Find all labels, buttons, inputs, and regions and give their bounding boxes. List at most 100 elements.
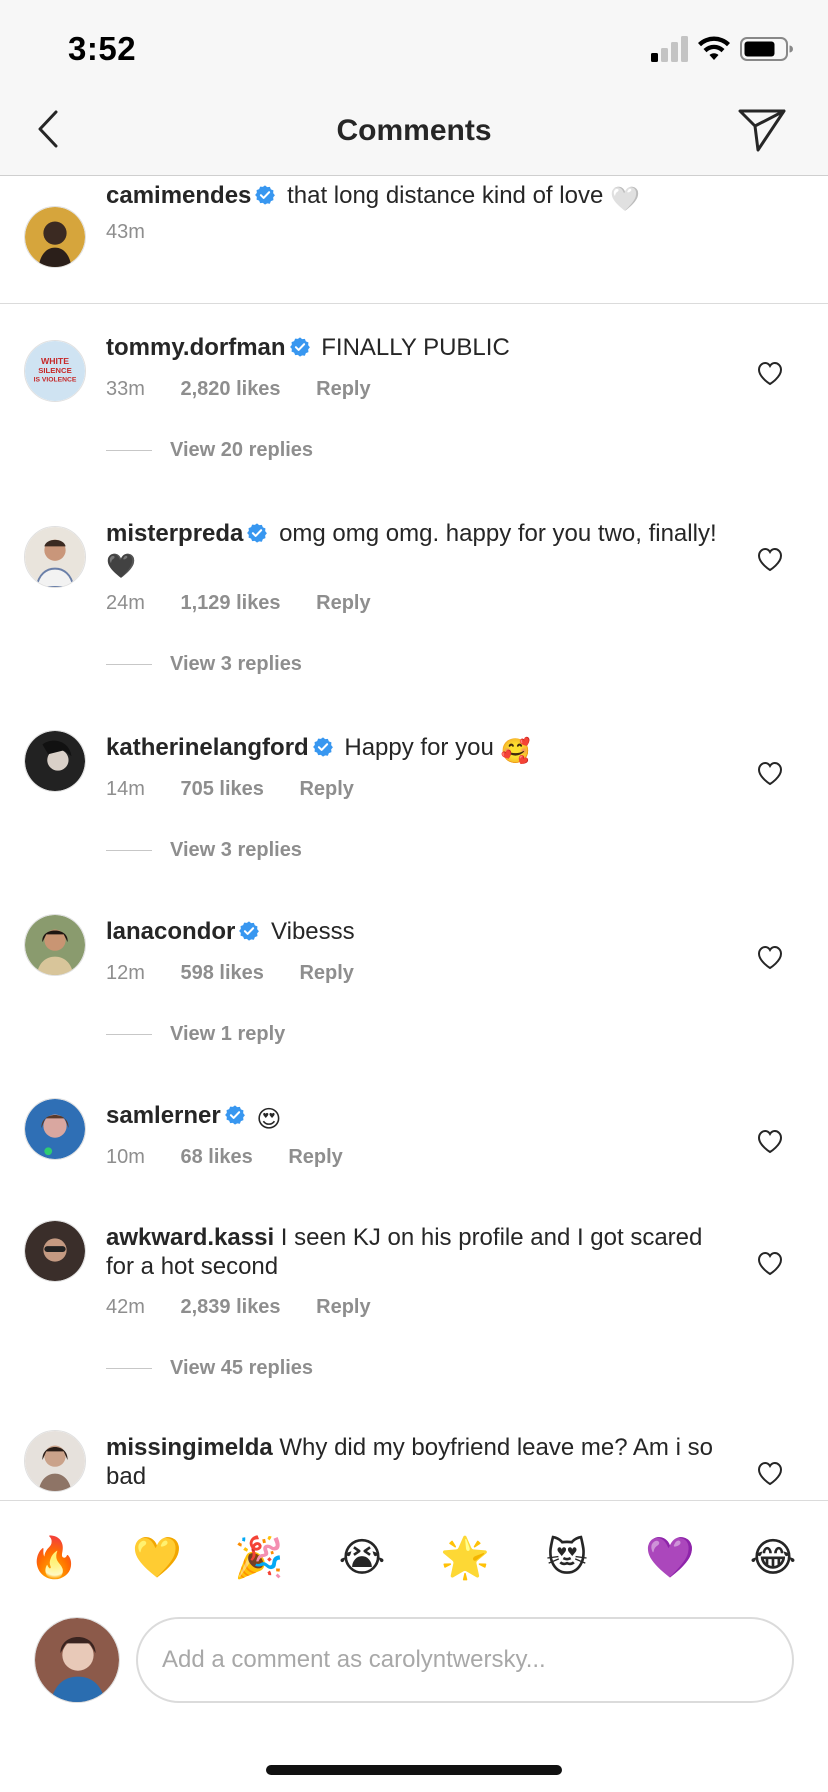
like-count[interactable]: 2,820 likes (180, 378, 280, 400)
share-button[interactable] (736, 104, 788, 156)
purple-heart-emoji-button[interactable]: 💜 (645, 1533, 695, 1583)
username[interactable]: katherinelangford (106, 734, 309, 761)
view-replies-button[interactable]: View 1 reply (106, 1023, 285, 1053)
comment-time: 10m (106, 1146, 145, 1168)
comment-composer: 🔥 💛 🎉 😭 🌟 😻 💜 😂 (0, 1500, 828, 1792)
username[interactable]: camimendes (106, 182, 251, 209)
reply-button[interactable]: Reply (316, 378, 370, 400)
view-replies-button[interactable]: View 3 replies (106, 839, 302, 869)
heart-icon[interactable] (756, 360, 784, 386)
comment-time: 24m (106, 592, 145, 614)
comment-meta: 43m (106, 221, 175, 244)
avatar[interactable] (24, 730, 86, 792)
comment-meta: 33m 2,820 likes Reply (106, 378, 401, 401)
comment-text: FINALLY PUBLIC (321, 334, 510, 361)
svg-text:SILENCE: SILENCE (38, 366, 72, 375)
black-heart-emoji: 🖤 (106, 553, 136, 580)
comment-meta: 12m 598 likes Reply (106, 962, 384, 985)
avatar[interactable]: WHITE SILENCE IS VIOLENCE (24, 340, 86, 402)
view-replies-button[interactable]: View 3 replies (106, 653, 302, 683)
reply-button[interactable]: Reply (299, 962, 353, 984)
heart-icon[interactable] (756, 1250, 784, 1276)
heart-icon[interactable] (756, 1128, 784, 1154)
divider-line (106, 1034, 152, 1036)
username[interactable]: lanacondor (106, 918, 235, 945)
like-count[interactable]: 598 likes (180, 962, 263, 984)
party-popper-emoji-button[interactable]: 🎉 (234, 1533, 284, 1583)
view-replies-label: View 3 replies (170, 653, 302, 675)
avatar[interactable] (24, 206, 86, 268)
yellow-heart-emoji-button[interactable]: 💛 (132, 1533, 182, 1583)
page-title: Comments (336, 114, 492, 147)
avatar[interactable] (24, 1098, 86, 1160)
comment-text: Vibesss (271, 918, 355, 945)
view-replies-label: View 45 replies (170, 1357, 314, 1379)
view-replies-label: View 1 reply (170, 1023, 286, 1045)
view-replies-label: View 20 replies (170, 439, 314, 461)
comment-input[interactable] (136, 1617, 794, 1703)
home-indicator (266, 1765, 562, 1775)
fire-emoji-button[interactable]: 🔥 (29, 1533, 79, 1583)
heart-icon[interactable] (756, 944, 784, 970)
heart-eyes-emoji: 😍 (256, 1106, 282, 1133)
like-count[interactable]: 1,129 likes (180, 592, 280, 614)
svg-text:IS VIOLENCE: IS VIOLENCE (34, 377, 77, 384)
glowing-star-emoji-button[interactable]: 🌟 (440, 1533, 490, 1583)
verified-badge-icon (238, 920, 260, 942)
cellular-signal-icon (651, 36, 688, 62)
username[interactable]: samlerner (106, 1102, 221, 1129)
reply-button[interactable]: Reply (299, 778, 353, 800)
tears-of-joy-emoji-button[interactable]: 😂 (748, 1533, 798, 1583)
comment-text: that long distance kind of love (287, 182, 604, 209)
reply-button[interactable]: Reply (316, 592, 370, 614)
divider-line (106, 850, 152, 852)
comment-meta: 42m 2,839 likes Reply (106, 1296, 401, 1319)
avatar[interactable] (24, 914, 86, 976)
comment-meta: 24m 1,129 likes Reply (106, 592, 401, 615)
smiling-face-with-hearts-emoji: 🥰 (500, 738, 531, 765)
comment-time: 14m (106, 778, 145, 800)
comment-meta: 10m 68 likes Reply (106, 1146, 373, 1169)
heart-icon[interactable] (756, 546, 784, 572)
view-replies-button[interactable]: View 20 replies (106, 439, 313, 469)
username[interactable]: tommy.dorfman (106, 334, 286, 361)
username[interactable]: awkward.kassi (106, 1224, 274, 1251)
avatar[interactable] (24, 526, 86, 588)
verified-badge-icon (246, 522, 268, 544)
like-count[interactable]: 705 likes (180, 778, 263, 800)
verified-badge-icon (224, 1104, 246, 1126)
verified-badge-icon (289, 336, 311, 358)
top-bar: 3:52 Comments (0, 0, 828, 176)
divider-line (106, 1368, 152, 1370)
divider-line (106, 450, 152, 452)
avatar[interactable] (24, 1220, 86, 1282)
like-count[interactable]: 2,839 likes (180, 1296, 280, 1318)
heart-icon[interactable] (756, 1460, 784, 1486)
crying-emoji-button[interactable]: 😭 (337, 1533, 387, 1583)
verified-badge-icon (254, 184, 276, 206)
view-replies-label: View 3 replies (170, 839, 302, 861)
comment-time: 12m (106, 962, 145, 984)
current-user-avatar[interactable] (34, 1617, 120, 1703)
username[interactable]: misterpreda (106, 520, 243, 547)
heart-eyes-cat-emoji-button[interactable]: 😻 (542, 1533, 592, 1583)
wifi-icon (698, 36, 730, 60)
reply-button[interactable]: Reply (288, 1146, 342, 1168)
comment-time: 43m (106, 221, 145, 243)
reply-button[interactable]: Reply (316, 1296, 370, 1318)
post-caption: camimendes that long distance kind of lo… (0, 177, 828, 304)
comment-time: 33m (106, 378, 145, 400)
divider-line (106, 664, 152, 666)
username[interactable]: missingimelda (106, 1434, 273, 1461)
svg-text:WHITE: WHITE (41, 356, 69, 366)
like-count[interactable]: 68 likes (180, 1146, 252, 1168)
comment-text: Happy for you (344, 734, 494, 761)
battery-icon (740, 37, 793, 61)
verified-badge-icon (312, 736, 334, 758)
comment-text: omg omg omg. happy for you two, finally! (279, 520, 717, 547)
white-heart-emoji: 🤍 (609, 186, 640, 213)
view-replies-button[interactable]: View 45 replies (106, 1357, 313, 1387)
heart-icon[interactable] (756, 760, 784, 786)
avatar[interactable] (24, 1430, 86, 1492)
status-time: 3:52 (68, 30, 137, 67)
